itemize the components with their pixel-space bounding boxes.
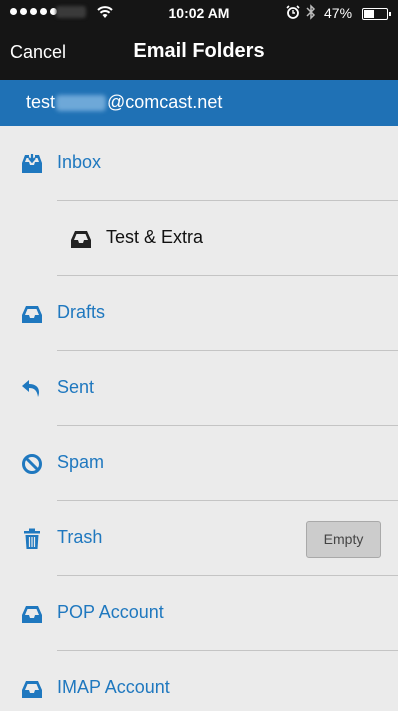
cancel-button[interactable]: Cancel bbox=[10, 42, 66, 63]
folder-label: IMAP Account bbox=[57, 677, 170, 697]
folder-item-sent[interactable]: Sent bbox=[0, 351, 398, 426]
empty-trash-button[interactable]: Empty bbox=[306, 521, 381, 558]
trash-icon bbox=[24, 528, 40, 549]
alarm-clock-icon bbox=[286, 5, 300, 19]
nav-bar: Cancel Email Folders bbox=[0, 28, 398, 80]
folder-item-trash[interactable]: Trash Empty bbox=[0, 501, 398, 576]
folder-item-test-extra[interactable]: Test & Extra bbox=[0, 201, 398, 276]
email-domain: @comcast.net bbox=[107, 92, 223, 112]
folder-item-imap-account[interactable]: IMAP Account bbox=[0, 651, 398, 711]
folder-label: POP Account bbox=[57, 602, 164, 622]
email-prefix: test bbox=[26, 92, 56, 112]
folder-item-inbox[interactable]: Inbox bbox=[0, 126, 398, 201]
folder-label: Test & Extra bbox=[106, 227, 204, 247]
status-bar: 10:02 AM 47% bbox=[0, 0, 398, 28]
email-redacted bbox=[56, 94, 107, 111]
battery-icon bbox=[362, 8, 391, 20]
tray-icon bbox=[22, 681, 42, 698]
account-email: test @comcast.net bbox=[26, 92, 222, 113]
account-header: test @comcast.net bbox=[0, 80, 398, 126]
folder-label: Trash bbox=[57, 527, 103, 547]
bluetooth-icon bbox=[306, 4, 316, 20]
folder-label: Inbox bbox=[57, 152, 102, 172]
tray-icon bbox=[22, 606, 42, 623]
prohibited-icon bbox=[22, 454, 42, 474]
tray-icon bbox=[71, 231, 91, 248]
folder-label: Spam bbox=[57, 452, 105, 472]
folder-label: Sent bbox=[57, 377, 95, 397]
folder-item-pop-account[interactable]: POP Account bbox=[0, 576, 398, 651]
folder-item-drafts[interactable]: Drafts bbox=[0, 276, 398, 351]
folder-item-spam[interactable]: Spam bbox=[0, 426, 398, 501]
reply-arrow-icon bbox=[22, 380, 39, 397]
tray-icon bbox=[22, 306, 42, 323]
folder-label: Drafts bbox=[57, 302, 106, 322]
inbox-download-icon bbox=[22, 154, 42, 173]
battery-percent: 47% bbox=[324, 5, 353, 21]
folder-list: Inbox Test & Extra Drafts Sent Spam Tras… bbox=[0, 126, 398, 711]
